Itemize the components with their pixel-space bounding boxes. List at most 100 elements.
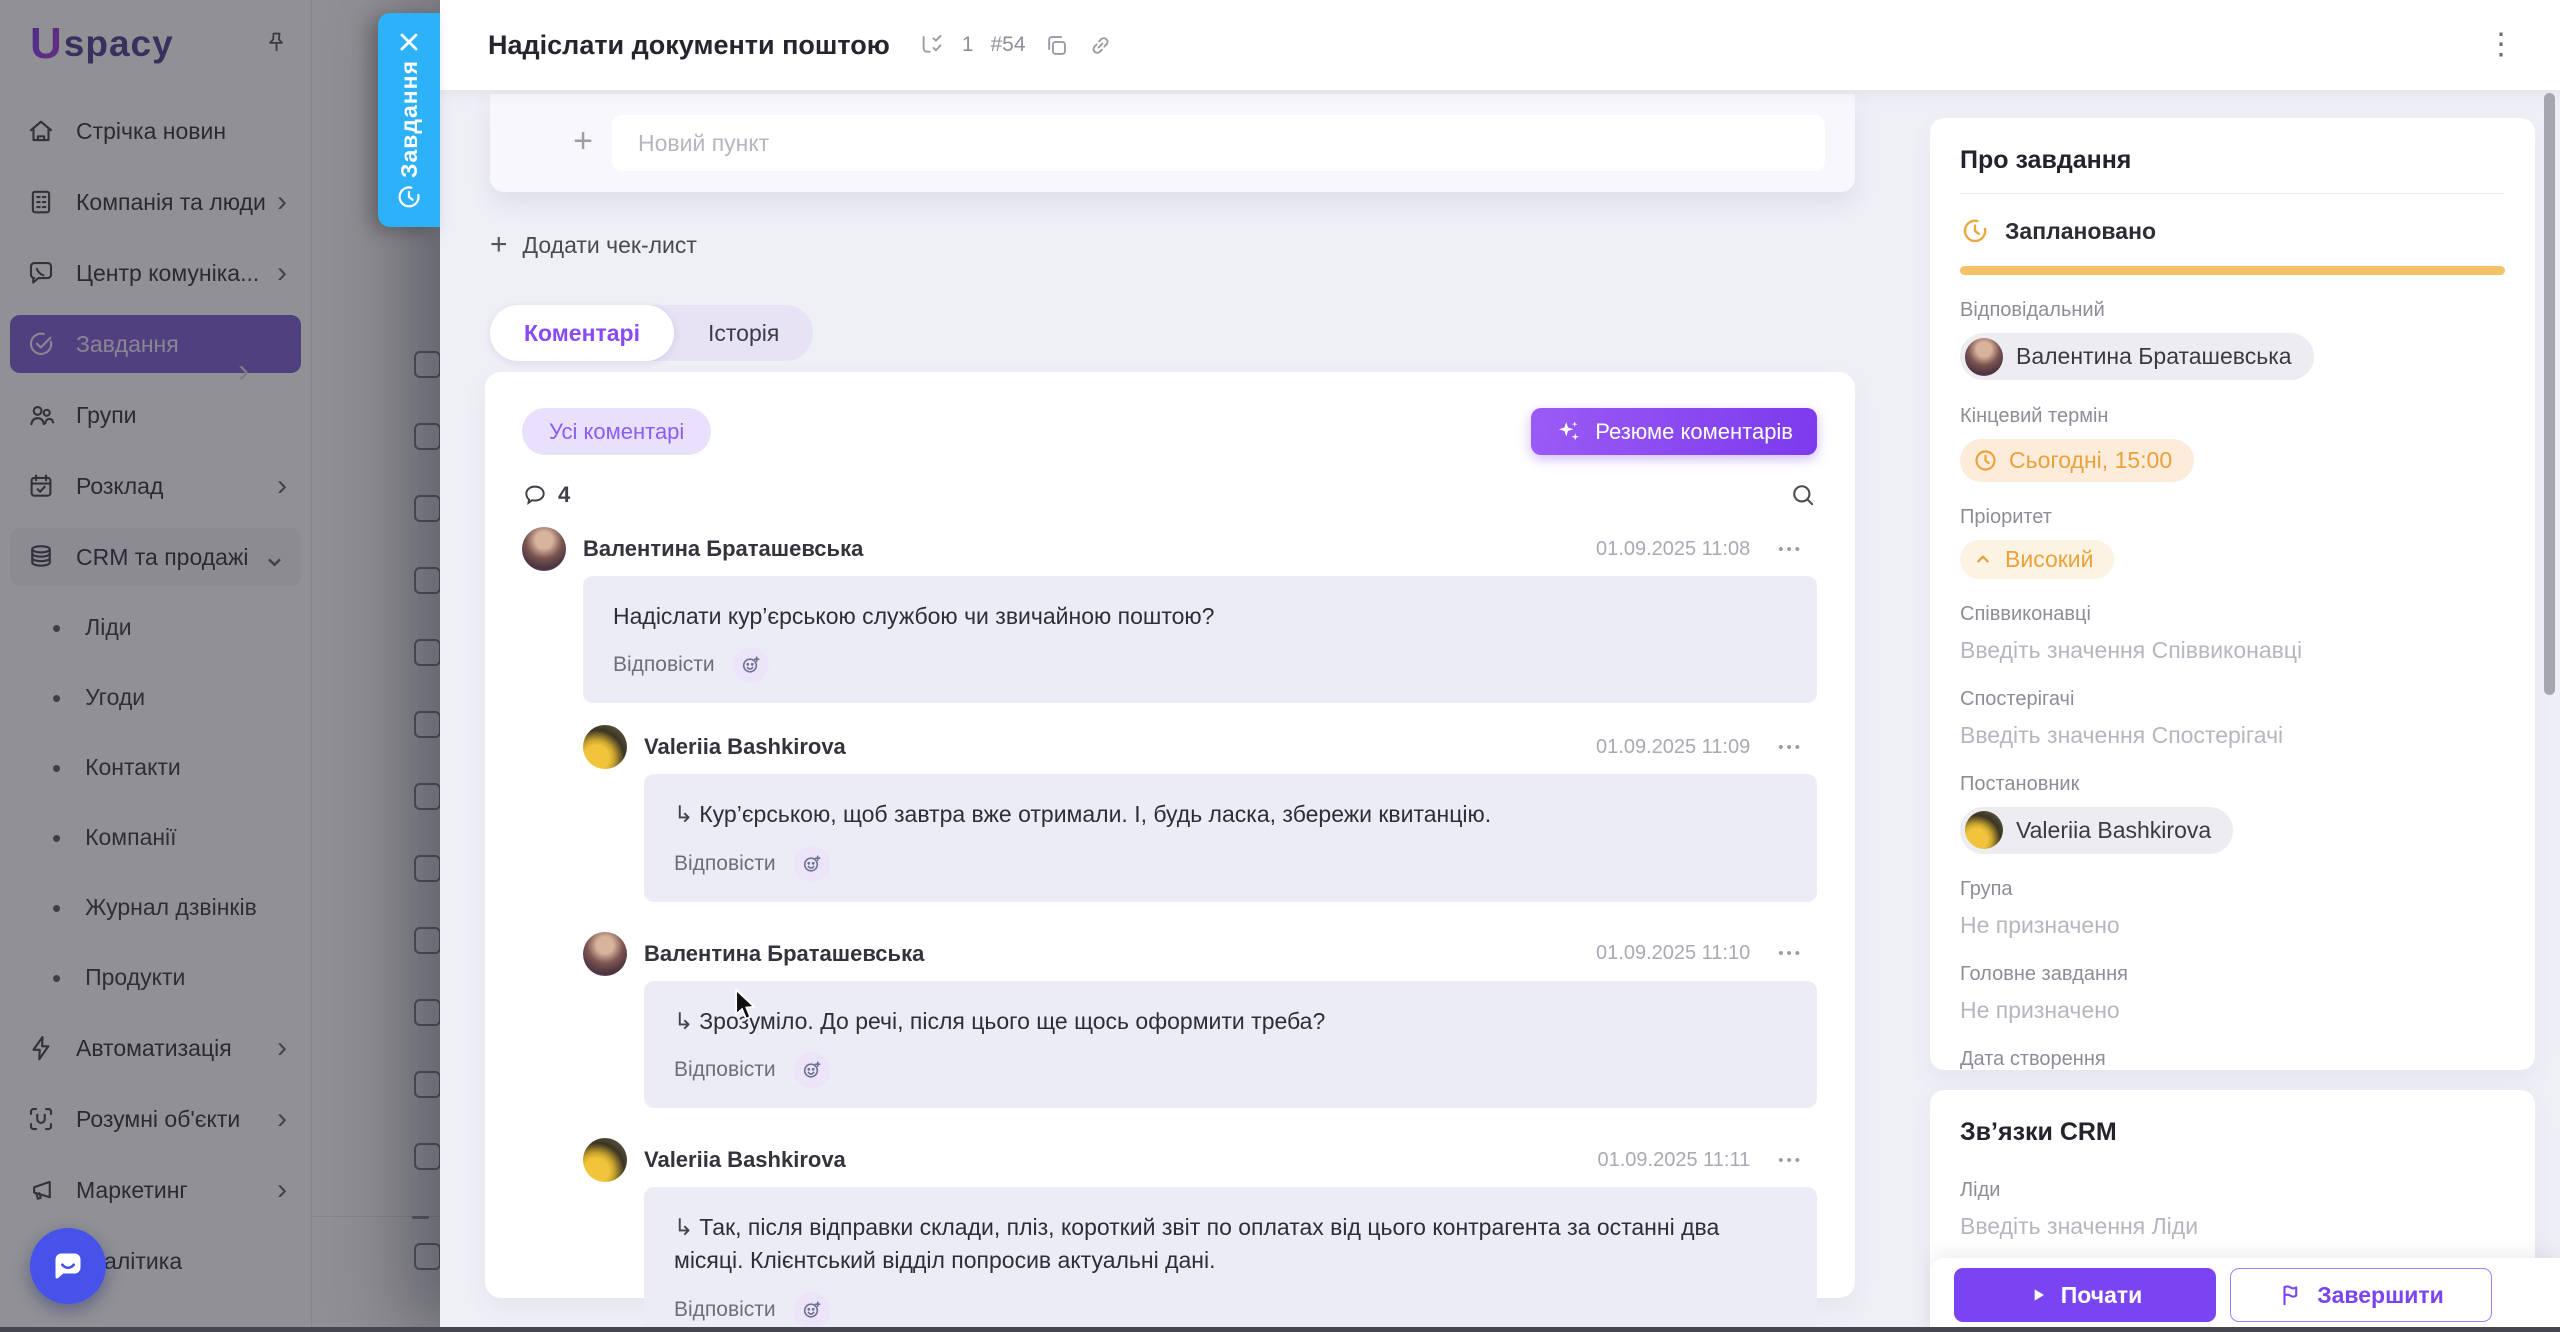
author-label: Постановник [1960,773,2505,796]
leads-label: Ліди [1960,1179,2505,1202]
comment-header: Valeriia Bashkirova 01.09.2025 11:09 ••• [644,725,1817,769]
group-value[interactable]: Не призначено [1960,912,2505,939]
leads-placeholder[interactable]: Введіть значення Ліди [1960,1213,2505,1240]
comment-item-reply: Valeriia Bashkirova 01.09.2025 11:11 •••… [583,1138,1817,1332]
comment-menu-icon[interactable]: ••• [1778,1152,1803,1169]
finish-task-button[interactable]: Завершити [2230,1268,2492,1322]
task-content: + + Додати чек-лист Коментарі Історія Ус… [440,90,2560,1332]
parent-task-value[interactable]: Не призначено [1960,997,2505,1024]
comment-bubble-icon [522,482,548,508]
app-window: U spacy Стрічка новин Компанія та люди ›… [0,0,2560,1332]
plus-icon[interactable]: + [569,128,597,156]
avatar [1965,811,2003,849]
comments-toolbar: Усі коментарі Резюме коментарів [522,408,1817,455]
emoji-add-icon [800,1058,824,1082]
crm-links-title: Зв’язки CRM [1960,1118,2505,1147]
task-action-bar: Почати Завершити [1930,1258,2560,1332]
comment-timestamp: 01.09.2025 11:08 [1596,538,1750,561]
add-reaction-button[interactable] [733,647,769,683]
deadline-label: Кінцевий термін [1960,405,2505,428]
add-checklist-button[interactable]: + Додати чек-лист [490,230,697,260]
subtasks-icon[interactable] [918,32,945,59]
deadline-chip[interactable]: Сьогодні, 15:00 [1960,439,2194,482]
emoji-add-icon [800,852,824,876]
close-icon[interactable] [396,29,422,55]
link-icon[interactable] [1087,32,1114,59]
comment-actions: Відповісти [674,1052,1787,1088]
comment-text: Надіслати кур’єрською службою чи звичайн… [613,600,1787,633]
comment-bubble: ↳Кур’єрською, щоб завтра вже отримали. І… [644,774,1817,901]
priority-chip[interactable]: Високий [1960,540,2114,579]
emoji-add-icon [739,653,763,677]
comment-timestamp: 01.09.2025 11:11 [1598,1149,1751,1172]
comment-menu-icon[interactable]: ••• [1778,739,1803,756]
comment-text: ↳Так, після відправки склади, пліз, коро… [674,1211,1787,1278]
reply-button[interactable]: Відповісти [674,1298,776,1322]
modal-overlay[interactable] [0,0,440,1332]
observers-placeholder[interactable]: Введіть значення Спостерігачі [1960,722,2505,749]
comment-header: Валентина Браташевська 01.09.2025 11:10 … [644,932,1817,976]
emoji-add-icon [800,1298,824,1322]
task-clock-icon [395,183,423,211]
avatar [1965,338,2003,376]
created-date-label: Дата створення [1960,1048,2505,1070]
window-bottom-edge [0,1327,2560,1332]
play-icon [2028,1285,2048,1305]
reply-button[interactable]: Відповісти [674,1058,776,1082]
checklist-card: + [490,94,1855,192]
copy-icon[interactable] [1043,32,1070,59]
assignee-name: Валентина Браташевська [2016,343,2292,370]
comments-card: Усі коментарі Резюме коментарів 4 [485,372,1855,1298]
comment-menu-icon[interactable]: ••• [1778,945,1803,962]
deadline-value: Сьогодні, 15:00 [2009,447,2172,474]
summarize-label: Резюме коментарів [1595,419,1793,445]
reply-arrow-icon: ↳ [674,801,693,827]
comment-bubble: Надіслати кур’єрською службою чи звичайн… [583,576,1817,703]
task-header: Надіслати документи поштою 1 #54 ⋮ [440,0,2560,90]
reply-arrow-icon: ↳ [674,1008,693,1034]
reply-button[interactable]: Відповісти [613,653,715,677]
comments-count-row: 4 [522,481,1817,509]
tab-history[interactable]: Історія [674,305,813,361]
kebab-menu-icon[interactable]: ⋮ [2486,36,2516,54]
comments-count: 4 [558,482,570,508]
chat-bubble-icon [48,1246,88,1286]
reply-arrow-icon: ↳ [674,1214,693,1240]
vertical-scrollbar-thumb[interactable] [2544,93,2555,695]
add-reaction-button[interactable] [794,1292,830,1328]
reply-button[interactable]: Відповісти [674,852,776,876]
start-label: Почати [2061,1282,2143,1309]
parent-task-label: Головне завдання [1960,963,2505,986]
mouse-cursor [732,988,760,1027]
tab-comments[interactable]: Коментарі [490,305,674,361]
add-reaction-button[interactable] [794,1052,830,1088]
all-comments-filter-chip[interactable]: Усі коментарі [522,408,711,455]
plus-icon: + [490,230,508,260]
comment-text: ↳Кур’єрською, щоб завтра вже отримали. І… [674,798,1787,831]
slideover-tab-tasks[interactable]: Завдання [378,13,440,227]
assignee-chip[interactable]: Валентина Браташевська [1960,333,2314,380]
summarize-comments-button[interactable]: Резюме коментарів [1531,408,1817,455]
start-task-button[interactable]: Почати [1954,1268,2216,1322]
comment-menu-icon[interactable]: ••• [1778,541,1803,558]
comments-history-tabs: Коментарі Історія [490,305,813,361]
finish-label: Завершити [2317,1282,2444,1309]
chat-fab[interactable] [30,1228,106,1304]
comment-item-reply: Valeriia Bashkirova 01.09.2025 11:09 •••… [583,725,1817,901]
add-checklist-label: Додати чек-лист [523,232,697,259]
sparkles-icon [1555,418,1582,445]
comment-timestamp: 01.09.2025 11:09 [1596,736,1750,759]
status-row[interactable]: Заплановано [1960,216,2505,246]
comment-header: Valeriia Bashkirova 01.09.2025 11:11 ••• [644,1138,1817,1182]
new-checklist-item-input[interactable] [612,115,1825,171]
search-icon[interactable] [1789,481,1817,509]
subtask-count: 1 [962,33,974,57]
status-badge: Заплановано [2005,218,2156,245]
task-meta: 1 #54 [918,32,1114,59]
coexecutors-placeholder[interactable]: Введіть значення Співвиконавці [1960,637,2505,664]
author-chip[interactable]: Valeriia Bashkirova [1960,807,2233,854]
task-title[interactable]: Надіслати документи поштою [488,30,890,61]
add-reaction-button[interactable] [794,846,830,882]
comment-actions: Відповісти [674,1292,1787,1328]
coexecutors-label: Співвиконавці [1960,603,2505,626]
